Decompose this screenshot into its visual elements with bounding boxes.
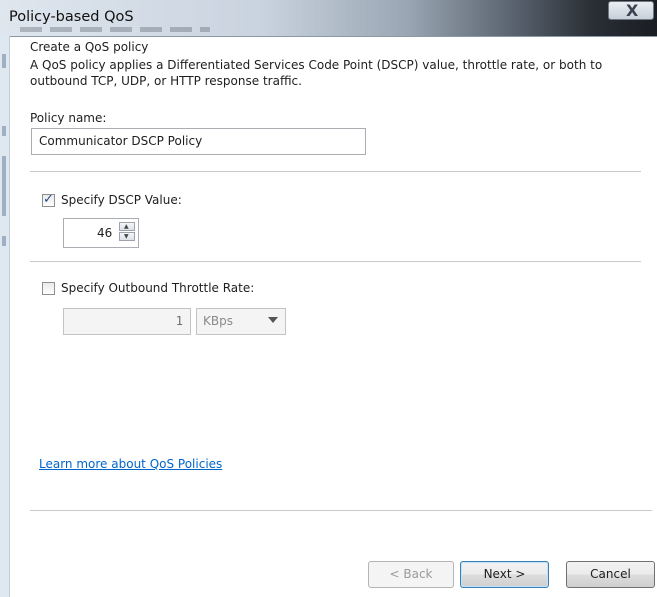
divider	[30, 510, 652, 511]
policy-name-label: Policy name:	[30, 111, 107, 125]
dscp-value: 46	[97, 226, 113, 240]
cancel-button[interactable]: Cancel	[566, 561, 655, 588]
close-button[interactable]: X	[608, 1, 654, 20]
chevron-down-icon	[268, 317, 278, 323]
divider	[30, 261, 641, 262]
next-button[interactable]: Next >	[460, 561, 549, 588]
dscp-value-stepper[interactable]: 46 ▲ ▼	[63, 218, 139, 248]
spin-down-button[interactable]: ▼	[119, 232, 135, 241]
policy-name-field[interactable]: Communicator DSCP Policy	[31, 128, 366, 155]
chevron-up-icon: ▲	[124, 223, 129, 230]
chevron-down-icon: ▼	[124, 233, 129, 240]
back-button[interactable]: < Back	[368, 561, 454, 588]
window-title: Policy-based QoS	[9, 9, 134, 25]
close-icon: X	[626, 1, 639, 20]
policy-name-value: Communicator DSCP Policy	[39, 134, 203, 148]
throttle-rate-field[interactable]: 1	[63, 308, 191, 335]
throttle-unit-value: KBps	[203, 314, 233, 328]
spin-up-button[interactable]: ▲	[119, 222, 135, 231]
learn-more-link[interactable]: Learn more about QoS Policies	[39, 457, 222, 471]
throttle-checkbox[interactable]	[42, 282, 55, 295]
page-description: A QoS policy applies a Differentiated Se…	[30, 58, 603, 88]
divider	[30, 171, 641, 172]
throttle-unit-select[interactable]: KBps	[196, 308, 286, 335]
throttle-rate-value: 1	[175, 314, 183, 328]
throttle-label: Specify Outbound Throttle Rate:	[61, 281, 255, 295]
page-heading: Create a QoS policy	[30, 40, 149, 54]
title-bar-ghost	[20, 27, 210, 32]
dscp-label: Specify DSCP Value:	[61, 193, 182, 207]
window-left-edge	[0, 36, 10, 597]
checkmark-icon: ✓	[43, 192, 54, 207]
title-bar: Policy-based QoS X	[0, 0, 657, 37]
dscp-checkbox[interactable]: ✓	[42, 192, 55, 207]
